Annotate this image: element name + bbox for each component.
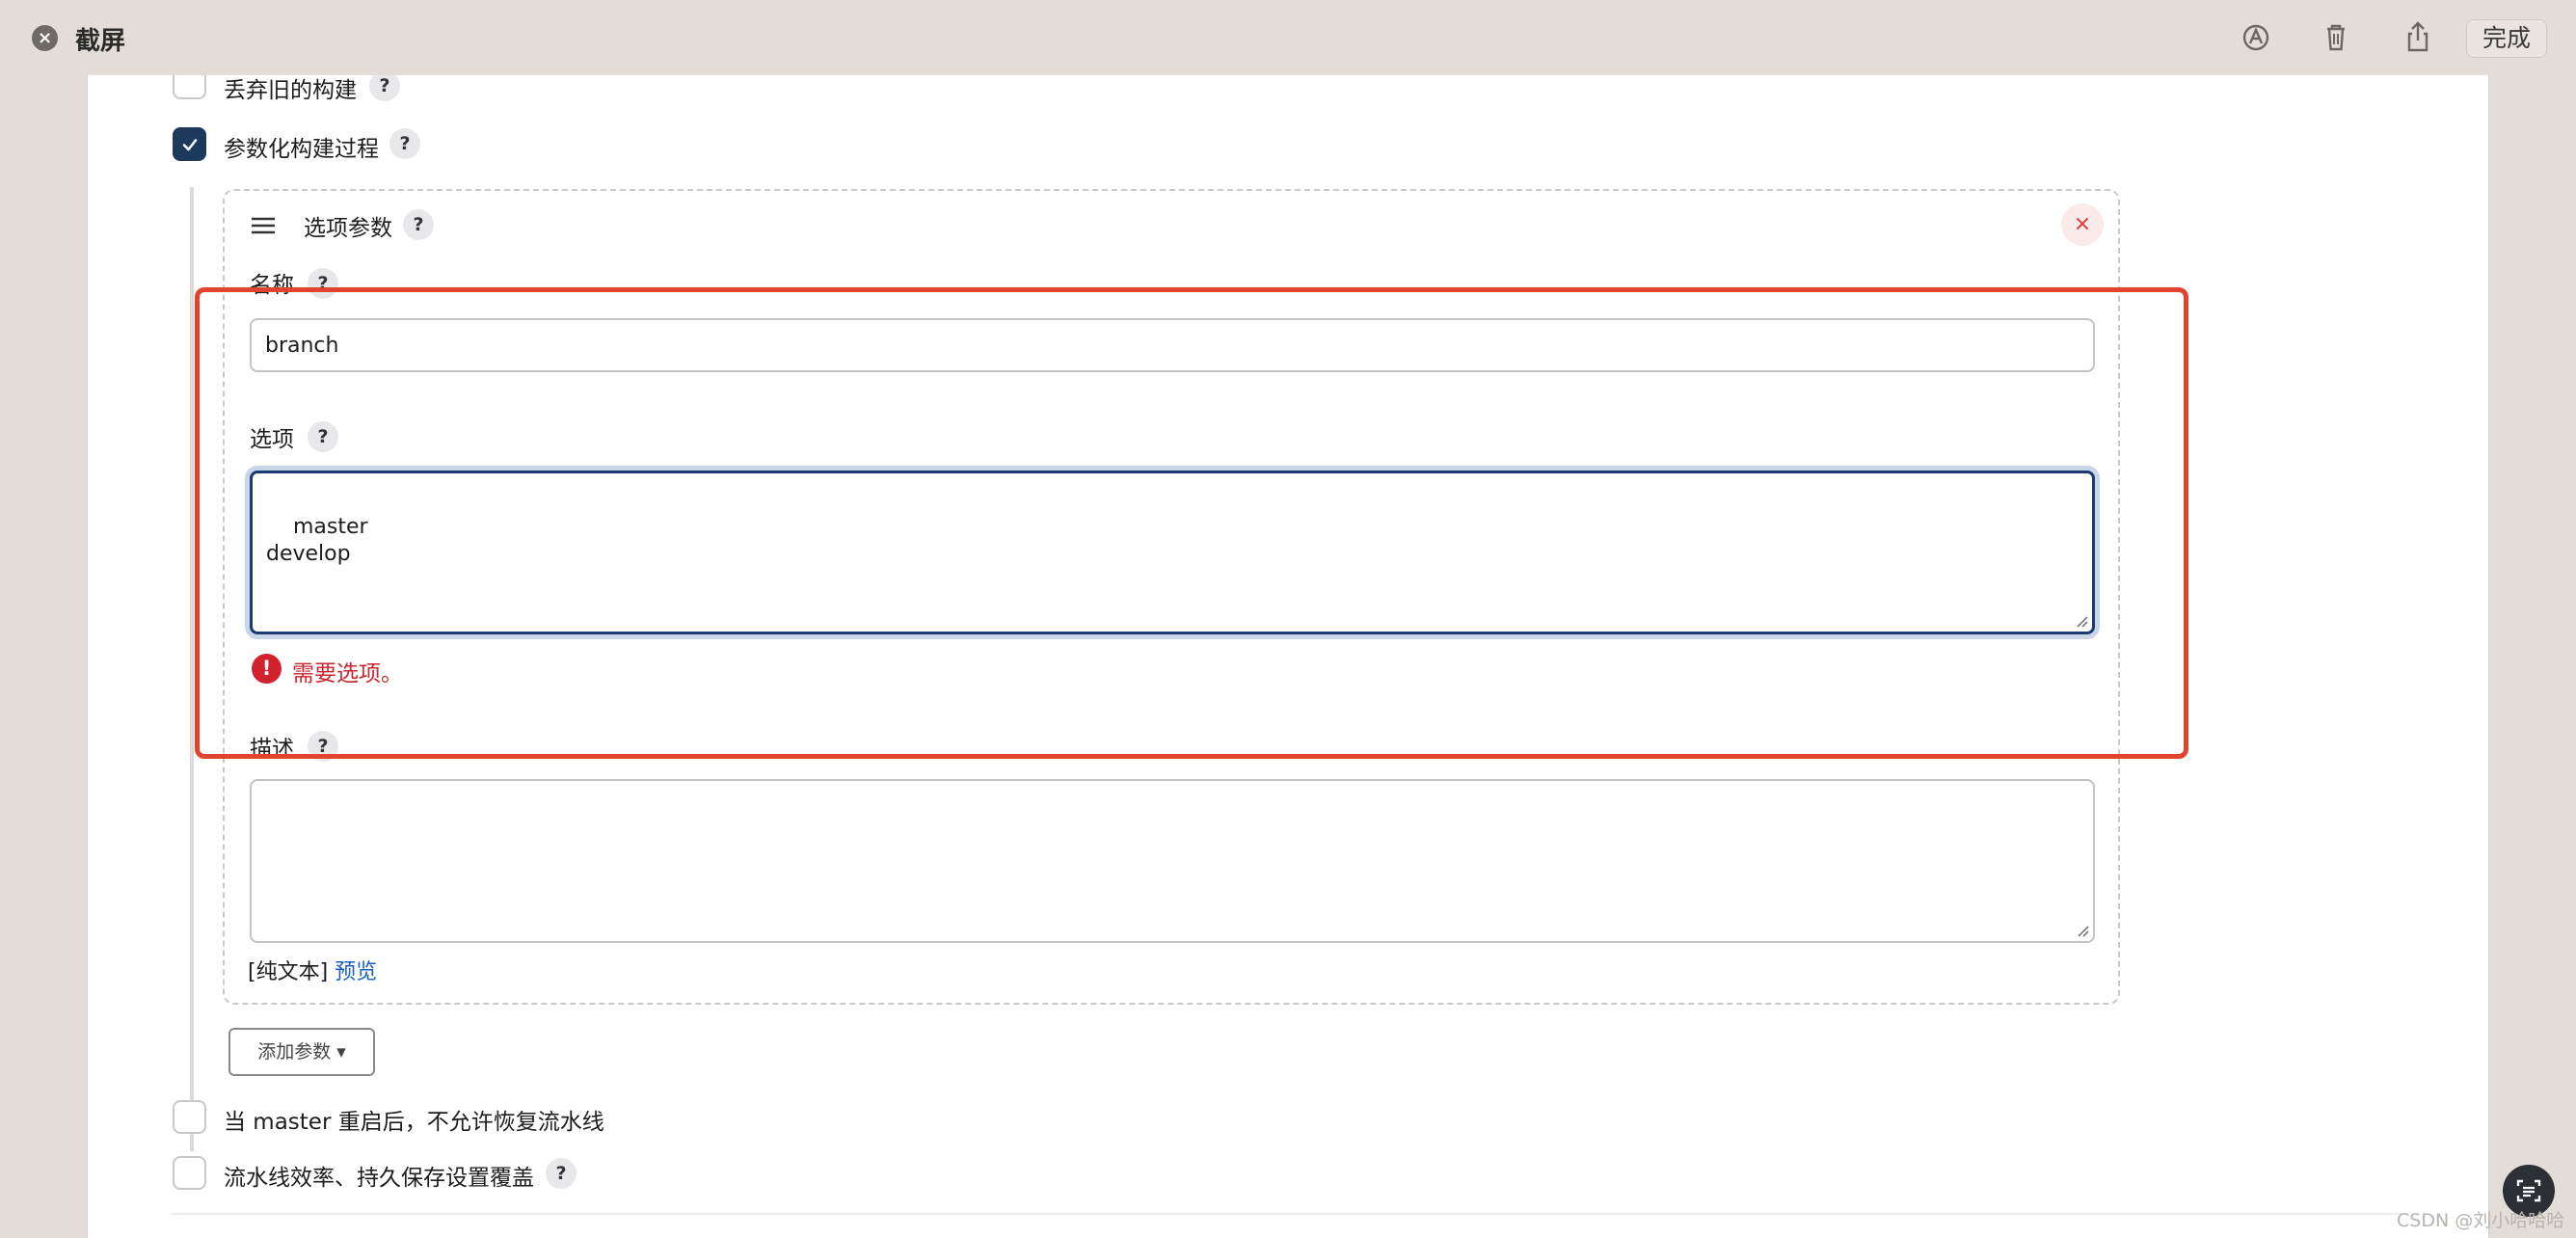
watermark-text: CSDN @刘小哈哈哈 (2397, 1210, 2565, 1231)
durability-override-label: 流水线效率、持久保存设置覆盖 (224, 1166, 534, 1191)
window-title: 截屏 (75, 27, 126, 56)
markup-format-label: [纯文本] (248, 960, 329, 984)
durability-override-help-icon[interactable]: ? (546, 1158, 577, 1189)
discard-old-builds-label: 丢弃旧的构建 (224, 78, 357, 103)
close-window-button[interactable]: × (32, 25, 58, 51)
preview-link[interactable]: 预览 (335, 960, 377, 984)
drag-handle-icon[interactable] (250, 216, 277, 235)
add-parameter-button[interactable]: 添加参数 ▾ (228, 1028, 375, 1076)
parameterized-build-help-icon[interactable]: ? (389, 128, 420, 159)
discard-old-builds-checkbox[interactable] (173, 75, 206, 99)
section-divider (171, 1213, 2407, 1215)
no-resume-checkbox[interactable] (173, 1100, 206, 1134)
parameterized-build-checkbox[interactable] (173, 127, 206, 161)
delete-parameter-button[interactable]: × (2061, 203, 2104, 246)
description-textarea[interactable] (250, 779, 2095, 943)
parameterized-build-label: 参数化构建过程 (224, 137, 379, 162)
discard-old-builds-help-icon[interactable]: ? (369, 75, 400, 101)
checkmark-icon (182, 139, 198, 151)
annotation-highlight-rect (195, 287, 2188, 759)
resize-grip-icon[interactable] (2076, 924, 2089, 937)
markup-icon[interactable] (2238, 19, 2274, 56)
window-titlebar: × 截屏 完成 (0, 0, 2576, 75)
parameters-indent-line (190, 187, 194, 1151)
durability-override-checkbox[interactable] (173, 1156, 206, 1190)
done-button[interactable]: 完成 (2466, 19, 2547, 58)
no-resume-label: 当 master 重启后，不允许恢复流水线 (224, 1110, 604, 1135)
share-icon[interactable] (2400, 19, 2436, 56)
jenkins-config-page: 丢弃旧的构建 ? 参数化构建过程 ? 选项参数 ? × 名称 ? 选项 ? ma… (87, 75, 2489, 1238)
choice-parameter-help-icon[interactable]: ? (403, 209, 434, 240)
trash-icon[interactable] (2318, 19, 2354, 56)
markup-format-note: [纯文本] 预览 (248, 955, 377, 985)
choice-parameter-title: 选项参数 (304, 216, 392, 241)
